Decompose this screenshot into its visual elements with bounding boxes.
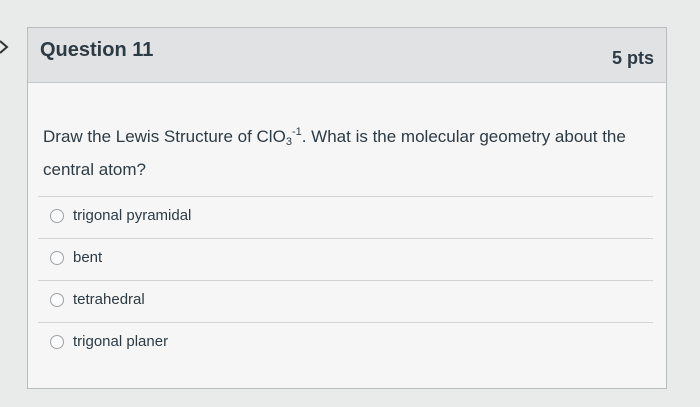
answer-label[interactable]: trigonal planer — [73, 333, 168, 350]
radio-button[interactable] — [50, 209, 64, 223]
question-superscript: -1 — [291, 126, 302, 138]
question-card: Question 11 5 pts Draw the Lewis Structu… — [27, 27, 667, 389]
radio-button[interactable] — [50, 293, 64, 307]
answer-label[interactable]: tetrahedral — [73, 291, 145, 308]
answer-list: trigonal pyramidal bent tetrahedral trig… — [28, 196, 666, 364]
answer-label[interactable]: bent — [73, 249, 102, 266]
question-header: Question 11 5 pts — [28, 28, 666, 83]
radio-button[interactable] — [50, 251, 64, 265]
chevron-right-icon[interactable] — [0, 40, 10, 54]
question-points: 5 pts — [611, 48, 654, 68]
answer-option[interactable]: trigonal planer — [28, 323, 666, 364]
question-text: Draw the Lewis Structure of ClO3-1. What… — [43, 118, 653, 184]
answer-option[interactable]: trigonal pyramidal — [28, 197, 666, 238]
question-text-part1: Draw the Lewis Structure of ClO — [43, 127, 286, 146]
answer-option[interactable]: tetrahedral — [28, 281, 666, 322]
answer-option[interactable]: bent — [28, 239, 666, 280]
answer-label[interactable]: trigonal pyramidal — [73, 207, 191, 224]
radio-button[interactable] — [50, 335, 64, 349]
question-title: Question 11 — [40, 39, 154, 61]
